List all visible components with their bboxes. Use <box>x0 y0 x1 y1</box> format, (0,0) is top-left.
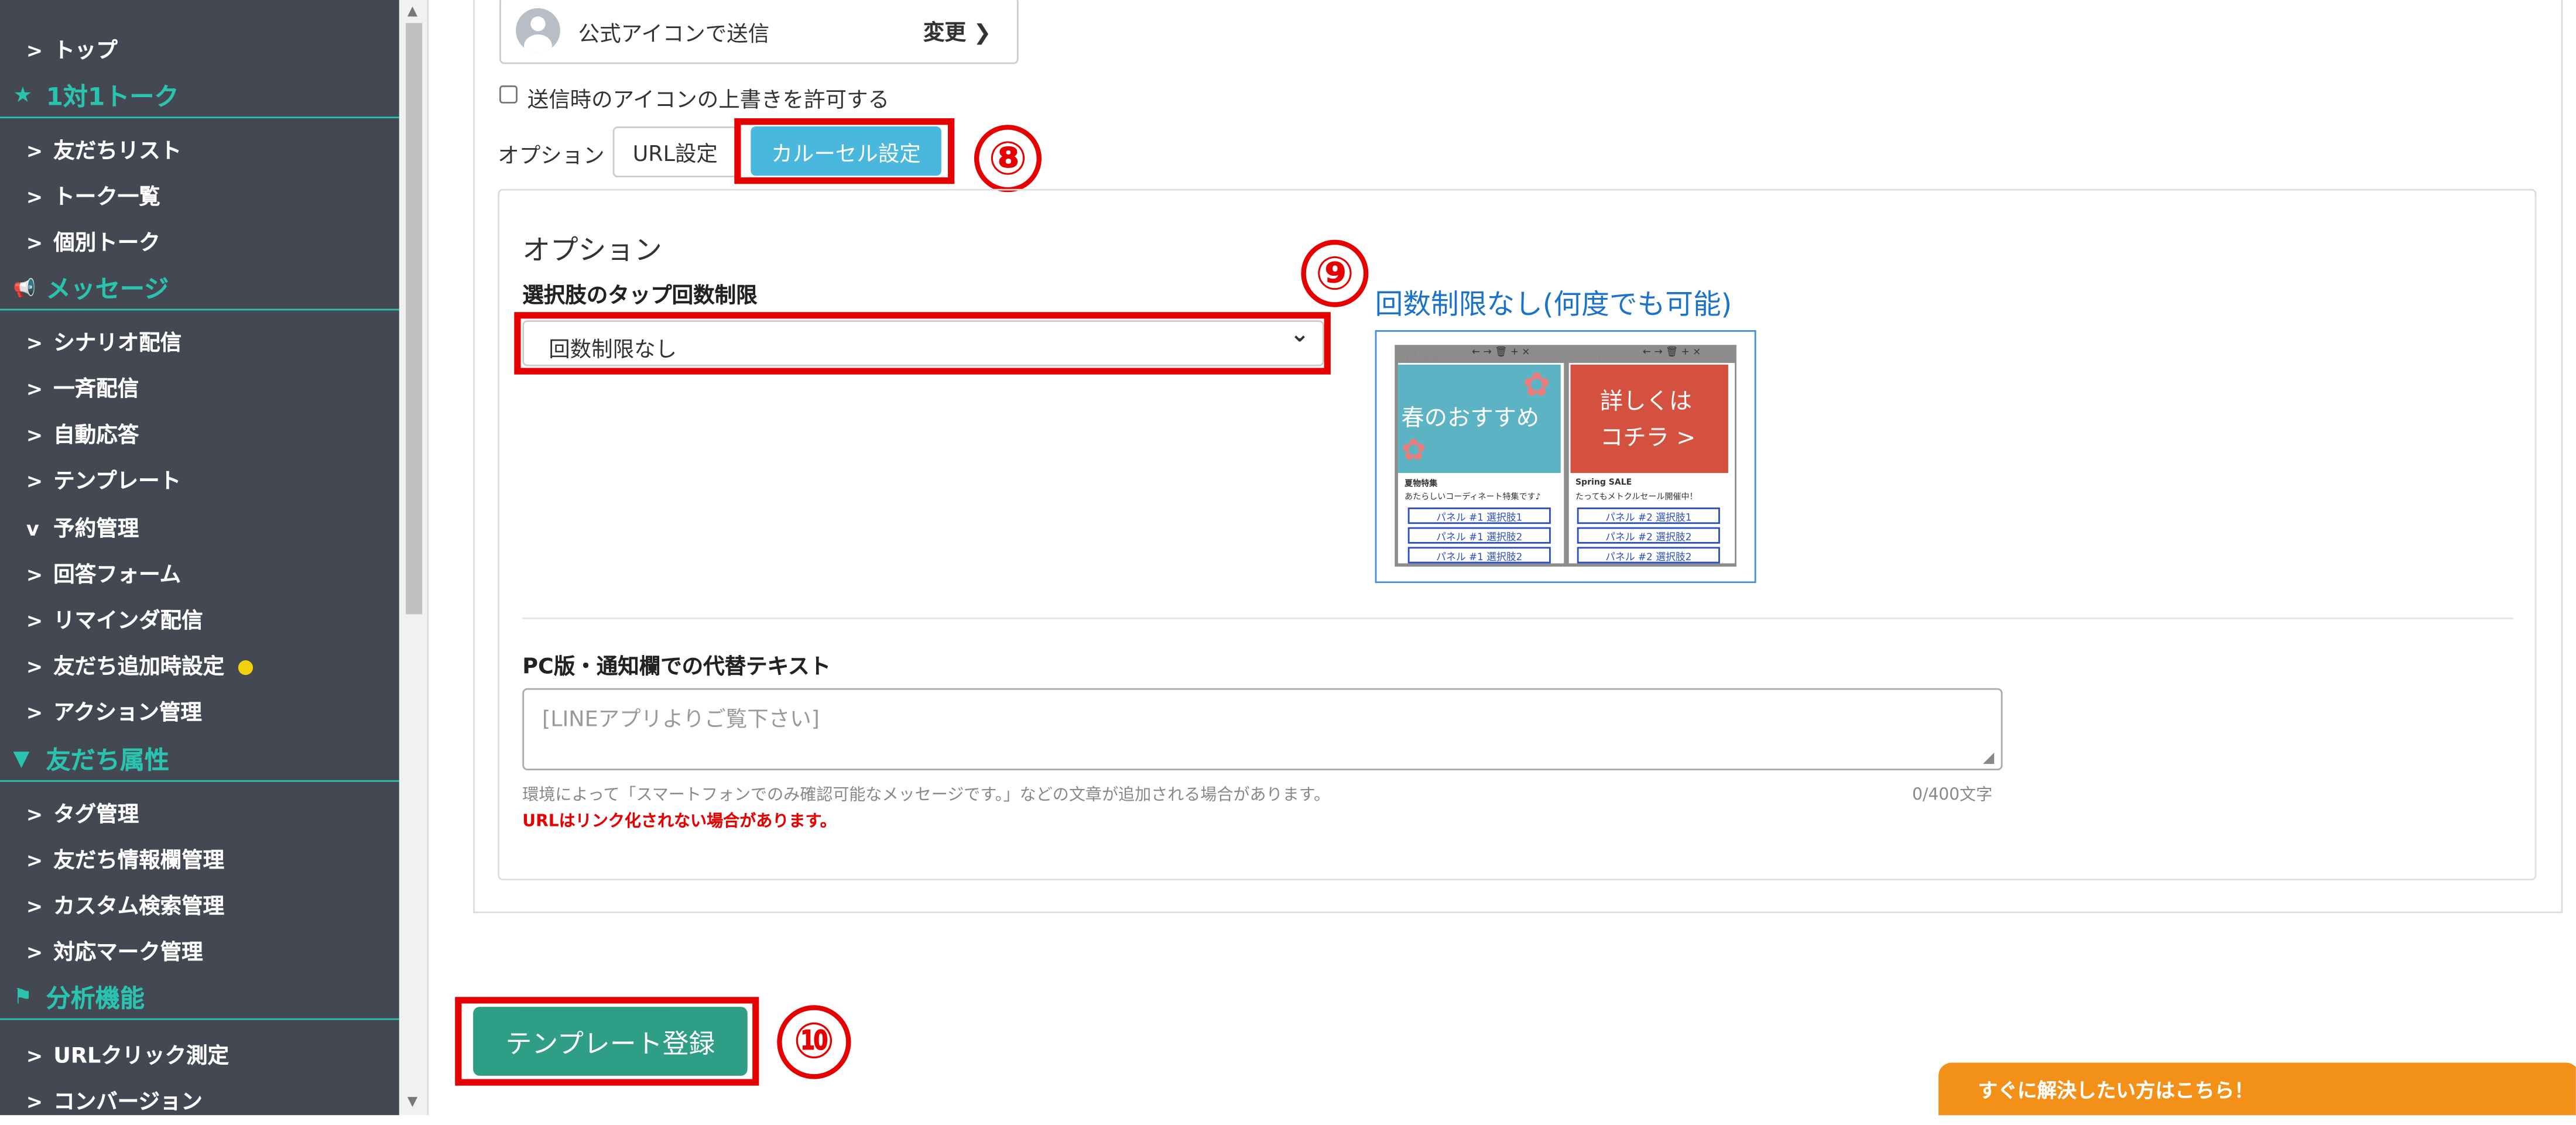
highlight-box-step8 <box>734 118 955 184</box>
flower-icon: ✿ <box>1523 364 1551 404</box>
sidebar-item-tag-management[interactable]: > タグ管理 <box>26 797 139 828</box>
sidebar-scroll-thumb[interactable] <box>406 23 423 615</box>
preview-image-2: 詳しくは コチラ > <box>1570 364 1728 474</box>
preview-panel2-title: Spring SALE <box>1575 478 1632 488</box>
preview-option: パネル #2 選択肢2 <box>1577 527 1720 544</box>
sidebar-item-top[interactable]: > トップ <box>26 33 118 64</box>
annotation-step9: ⑨ <box>1301 239 1369 307</box>
sidebar-section-one-to-one-talk[interactable]: ★ 1対1トーク <box>0 74 399 119</box>
highlight-box-step10 <box>455 997 759 1086</box>
sidebar-item-action-management[interactable]: > アクション管理 <box>26 695 202 726</box>
options-panel-title: オプション <box>522 235 662 268</box>
tap-limit-label: 選択肢のタップ回数制限 <box>522 284 758 309</box>
sidebar-item-talk-list[interactable]: > トーク一覧 <box>26 179 160 210</box>
star-icon: ★ <box>13 83 33 108</box>
preview-panel2-desc: たってもメトクルセール開催中！ <box>1575 492 1698 503</box>
preview-panel1-header: パネル #1 <box>1399 351 1447 363</box>
filter-icon: ▼ <box>13 746 30 771</box>
alt-text-note: 環境によって「スマートフォンでのみ確認可能なメッセージです。」などの文章が追加さ… <box>522 787 1331 805</box>
sidebar-item-conversion[interactable]: > コンバージョン <box>26 1084 203 1115</box>
sidebar-item-custom-search[interactable]: > カスタム検索管理 <box>26 889 224 920</box>
sidebar-item-individual-talk[interactable]: > 個別トーク <box>26 225 160 256</box>
scroll-down-arrow-icon[interactable]: ▼ <box>407 1094 417 1109</box>
chevron-right-icon: ❯ <box>973 21 992 46</box>
divider <box>522 618 2514 619</box>
preview-option: パネル #1 選択肢2 <box>1407 547 1551 564</box>
notification-dot <box>237 660 252 675</box>
override-icon-checkbox-label: 送信時のアイコンの上書きを許可する <box>527 88 890 114</box>
alt-text-label: PC版・通知欄での代替テキスト <box>522 655 831 680</box>
sidebar-item-scenario[interactable]: > シナリオ配信 <box>26 325 181 356</box>
preview-panel1-desc: あたらしいコーディネート特集です♪ <box>1405 492 1541 503</box>
preview-image-1: 春のおすすめ ✿ ✿ <box>1397 364 1561 474</box>
preview-panel1-title: 夏物特集 <box>1405 479 1438 490</box>
highlight-box-step9 <box>514 312 1331 375</box>
preview-toolbar-icons-1: ← → 🗑 + × <box>1472 347 1530 358</box>
sidebar-item-url-click[interactable]: > URLクリック測定 <box>26 1038 229 1069</box>
preview-option: パネル #1 選択肢1 <box>1407 507 1551 524</box>
scroll-up-arrow-icon[interactable]: ▲ <box>407 4 417 18</box>
help-banner[interactable]: すぐに解決したい方はこちら！ <box>1938 1062 2576 1116</box>
avatar-icon <box>516 8 560 53</box>
alt-text-char-count: 0/400文字 <box>1912 787 1993 805</box>
url-settings-button[interactable]: URL設定 <box>612 126 738 178</box>
annotation-step10: ⑩ <box>777 1005 851 1079</box>
sidebar-item-friend-info[interactable]: > 友だち情報欄管理 <box>26 842 224 874</box>
preview-panel2-header: パネル #2 <box>1574 351 1621 363</box>
preview-option: パネル #2 選択肢1 <box>1577 507 1720 524</box>
sidebar-item-friend-add-settings[interactable]: > 友だち追加時設定 <box>26 649 252 680</box>
override-icon-checkbox[interactable] <box>499 85 518 104</box>
sidebar: > トップ ★ 1対1トーク > 友だちリスト > トーク一覧 > 個別トーク 📢… <box>0 0 399 1116</box>
preview-toolbar-icons-2: ← → 🗑 + × <box>1643 347 1701 358</box>
sidebar-item-auto-reply[interactable]: > 自動応答 <box>26 417 139 448</box>
sidebar-section-friend-attributes[interactable]: ▼ 友だち属性 <box>0 738 399 782</box>
preview-option: パネル #1 選択肢2 <box>1407 527 1551 544</box>
flower-icon: ✿ <box>1401 433 1426 468</box>
options-label: オプション <box>498 144 605 170</box>
sidebar-item-reservation[interactable]: v 予約管理 <box>26 511 139 542</box>
sidebar-item-answer-form[interactable]: > 回答フォーム <box>26 557 181 588</box>
flag-icon: ⚑ <box>13 985 33 1010</box>
megaphone-icon: 📢 <box>13 276 36 299</box>
chevron-down-icon: v <box>26 517 39 541</box>
resize-handle-icon[interactable]: ◢ <box>1983 750 1994 767</box>
sidebar-item-broadcast[interactable]: > 一斉配信 <box>26 371 139 402</box>
sender-label: 公式アイコンで送信 <box>578 23 770 48</box>
preview-option: パネル #2 選択肢2 <box>1577 547 1720 564</box>
change-sender-button[interactable]: 変更 ❯ <box>923 15 991 46</box>
sidebar-item-template[interactable]: > テンプレート <box>26 463 181 495</box>
sidebar-section-message[interactable]: 📢 メッセージ <box>0 266 399 311</box>
sidebar-section-analytics[interactable]: ⚑ 分析機能 <box>0 976 399 1020</box>
alt-text-textarea[interactable]: [LINEアプリよりご覧下さい] <box>522 688 2003 771</box>
sidebar-item-response-mark[interactable]: > 対応マーク管理 <box>26 935 203 966</box>
annotation-step8: ⑧ <box>974 125 1042 193</box>
sidebar-item-reminder[interactable]: > リマインダ配信 <box>26 603 203 634</box>
alt-text-warning: URLはリンク化されない場合があります。 <box>522 812 837 831</box>
preview-caption: 回数制限なし(何度でも可能) <box>1375 289 1732 322</box>
sidebar-item-friends-list[interactable]: > 友だちリスト <box>26 133 181 164</box>
